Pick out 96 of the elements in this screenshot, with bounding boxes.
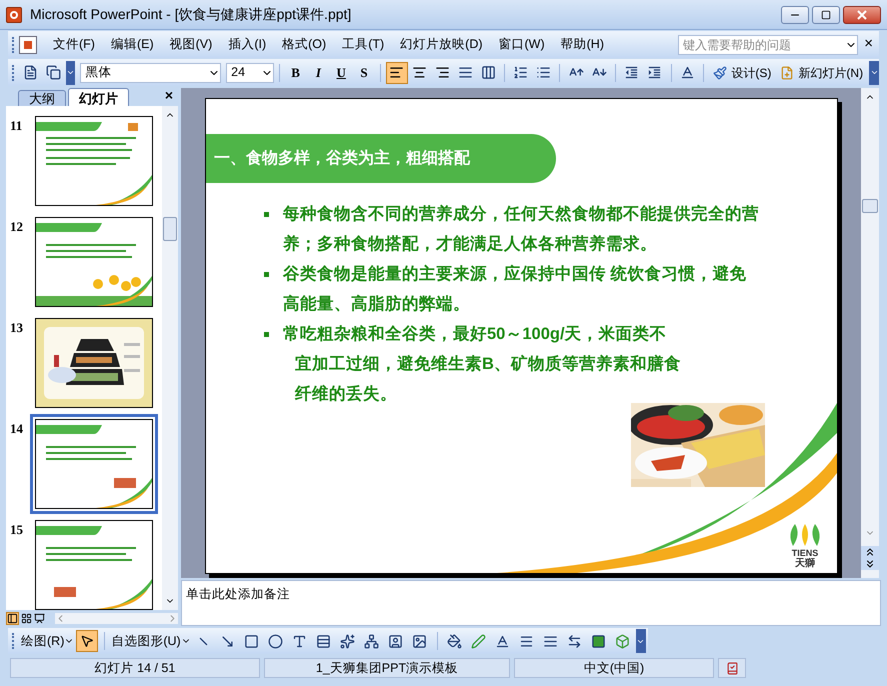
line-color-icon[interactable] xyxy=(471,634,486,648)
rectangle-icon[interactable] xyxy=(244,634,260,648)
thumbnail-frame[interactable] xyxy=(30,414,158,514)
bullet-text: 常吃粗杂粮和全谷类，最好50～100g/天，米面类不 宜加工过细，避免维生素B、矿物质等营养素和膳食 纤维的丢失。 xyxy=(283,324,681,405)
logo-subtitle: 天獅 xyxy=(795,558,815,569)
slide-number: 14 xyxy=(9,420,24,438)
slide-number: 12 xyxy=(9,218,24,236)
pointer-icon[interactable] xyxy=(80,634,94,648)
bullet-text: 谷类食物是能量的主要来源，应保持中国传 统饮食习惯，避免 高能量、高脂肪的弊端。 xyxy=(283,264,747,315)
horizontal-scrollbar[interactable] xyxy=(55,612,178,624)
scroll-thumb[interactable] xyxy=(163,217,177,241)
status-field: 中文(中国) xyxy=(514,658,714,678)
fill-color-icon[interactable] xyxy=(447,634,462,648)
cube-icon[interactable] xyxy=(615,634,630,648)
line-style-icon[interactable] xyxy=(519,634,534,648)
close-button[interactable]: × xyxy=(858,33,879,56)
bullet-icon xyxy=(264,332,269,337)
image-icon[interactable] xyxy=(412,634,428,648)
autoshapes-menu[interactable]: 自选图形(U) xyxy=(111,632,191,650)
double-down-icon[interactable] xyxy=(864,558,876,570)
rows-icon[interactable] xyxy=(316,634,332,648)
close-icon[interactable] xyxy=(857,10,867,20)
menu-item[interactable]: 编辑(E) xyxy=(102,35,162,54)
oval-icon[interactable] xyxy=(268,634,284,648)
shadow-icon[interactable] xyxy=(591,634,606,648)
style-button[interactable]: S xyxy=(353,62,375,82)
toolbar-options-button[interactable] xyxy=(869,60,879,84)
close-button[interactable] xyxy=(843,6,881,24)
logo-text: TIENS xyxy=(792,548,818,558)
select-pointer-button[interactable] xyxy=(76,630,98,652)
diagram-icon[interactable] xyxy=(364,634,380,648)
style-button[interactable]: I xyxy=(308,62,330,82)
design-button[interactable]: 设计(S) xyxy=(709,64,776,82)
book-check-icon xyxy=(726,662,738,674)
toolbar-options-button[interactable] xyxy=(636,629,646,653)
menu-item[interactable]: 窗口(W) xyxy=(490,35,553,54)
menu-item[interactable]: 工具(T) xyxy=(334,35,392,54)
sparkles-icon[interactable] xyxy=(340,634,356,648)
paintbrush-icon[interactable] xyxy=(713,66,728,80)
slide-number: 13 xyxy=(9,319,24,337)
arrow-icon[interactable] xyxy=(220,634,236,648)
status-field: 幻灯片 14 / 51 xyxy=(10,658,260,678)
maximize-button[interactable] xyxy=(812,6,840,24)
pane-tab[interactable]: 大纲 xyxy=(18,90,66,106)
text-box-icon[interactable] xyxy=(292,634,308,648)
help-search-field[interactable]: 键入需要帮助的问题 xyxy=(678,34,858,54)
window-title: Microsoft PowerPoint - [饮食与健康讲座ppt课件.ppt] xyxy=(30,5,352,24)
toolbar-options-button[interactable] xyxy=(66,60,76,84)
bulleted-list-icon[interactable] xyxy=(536,65,552,80)
document-icon[interactable] xyxy=(19,36,37,54)
numbered-list-icon[interactable] xyxy=(513,65,528,80)
align-center-icon[interactable] xyxy=(412,65,428,80)
menu-item[interactable]: 帮助(H) xyxy=(552,35,612,54)
font-select[interactable]: 黑体 xyxy=(80,62,222,82)
align-left-icon[interactable] xyxy=(389,65,404,80)
pane-tab[interactable]: 幻灯片 xyxy=(68,88,129,106)
slide-sorter-icon[interactable] xyxy=(21,612,32,624)
align-button[interactable] xyxy=(386,62,408,84)
menu-item[interactable]: 文件(F) xyxy=(45,35,103,54)
close-button[interactable]: × xyxy=(160,85,178,106)
notes-text[interactable]: 单击此处添加备注 xyxy=(186,587,290,602)
distribute-icon[interactable] xyxy=(458,65,473,80)
menu-item[interactable]: 插入(I) xyxy=(220,35,274,54)
columns-icon[interactable] xyxy=(480,65,496,80)
slide-number: 11 xyxy=(9,117,24,135)
font-size-select[interactable]: 24 xyxy=(226,62,274,82)
indent-decrease-icon[interactable] xyxy=(624,65,640,80)
font-color-icon[interactable] xyxy=(680,65,696,80)
bullet-icon xyxy=(264,272,269,277)
maximize-icon[interactable] xyxy=(821,10,831,20)
scroll-thumb[interactable] xyxy=(862,199,878,213)
menu-item[interactable]: 格式(O) xyxy=(274,35,334,54)
dash-style-icon[interactable] xyxy=(543,634,558,648)
style-button[interactable]: B xyxy=(284,62,307,82)
new-slide-button[interactable]: 新幻灯片(N) xyxy=(776,64,868,82)
new-document-icon[interactable] xyxy=(23,65,38,80)
draw-menu[interactable]: 绘图(R) xyxy=(21,632,74,650)
double-up-icon[interactable] xyxy=(864,546,876,558)
menu-item[interactable]: 视图(V) xyxy=(162,35,220,54)
indent-increase-icon[interactable] xyxy=(647,65,662,80)
slideshow-icon[interactable] xyxy=(34,612,45,624)
scrollbar[interactable] xyxy=(162,106,178,610)
scrollbar[interactable] xyxy=(861,88,879,578)
arrow-style-icon[interactable] xyxy=(567,634,582,648)
bullet-text: 每种食物含不同的营养成分，任何天然食物都不能提供完全的营 养；多种食物搭配，才能满足人体各种营养需求。 xyxy=(283,204,759,255)
copy-icon[interactable] xyxy=(46,65,62,80)
slide-number: 15 xyxy=(9,521,24,539)
slide-title: 一、食物多样，谷类为主，粗细搭配 xyxy=(214,148,470,168)
status-field: 1_天狮集团PPT演示模板 xyxy=(264,658,510,678)
portrait-icon[interactable] xyxy=(388,634,404,648)
align-right-icon[interactable] xyxy=(434,65,450,80)
style-button[interactable]: U xyxy=(330,62,352,82)
menu-item[interactable]: 幻灯片放映(D) xyxy=(392,35,491,54)
font-color-icon[interactable] xyxy=(495,634,510,648)
powerpoint-icon xyxy=(6,6,22,22)
bullet-icon xyxy=(264,212,269,217)
